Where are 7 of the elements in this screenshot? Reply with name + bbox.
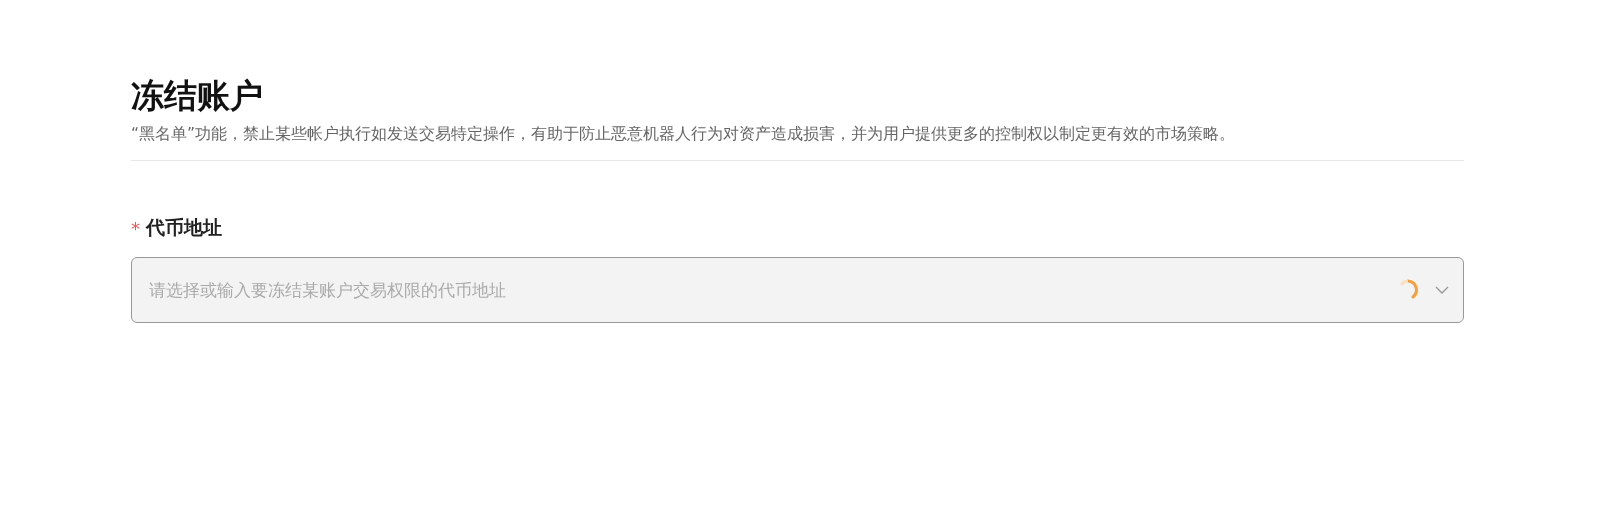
required-mark: *: [131, 217, 140, 239]
token-address-input[interactable]: 请选择或输入要冻结某账户交易权限的代币地址: [147, 279, 1397, 301]
page-description: “黑名单”功能，禁止某些帐户执行如发送交易特定操作，有助于防止恶意机器人行为对资产造成损害，并为用户提供更多的控制权以制定更有效的市场策略。: [131, 124, 1236, 145]
chevron-down-icon[interactable]: [1435, 285, 1449, 295]
page-title: 冻结账户: [131, 75, 263, 117]
token-address-select[interactable]: 请选择或输入要冻结某账户交易权限的代币地址: [131, 257, 1464, 323]
field-label: 代币地址: [146, 215, 222, 240]
